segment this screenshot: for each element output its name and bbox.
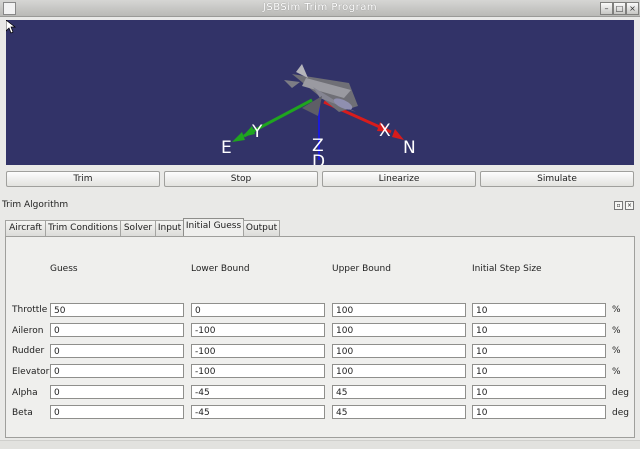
aileron-unit: %: [612, 326, 621, 336]
aileron-guess-field[interactable]: 0: [50, 323, 184, 337]
axis-label-y: Y: [251, 122, 263, 142]
dock-title: Trim Algorithm: [2, 200, 69, 210]
axis-label-n: N: [403, 138, 416, 158]
linearize-button[interactable]: Linearize: [322, 171, 476, 187]
row-label-rudder: Rudder: [12, 346, 45, 356]
minimize-icon[interactable]: –: [600, 2, 613, 15]
e-axis-arrowhead: [232, 132, 245, 142]
rudder-lower-field[interactable]: -100: [191, 344, 325, 358]
tab-solver[interactable]: Solver: [120, 220, 156, 236]
row-label-elevator: Elevator: [12, 367, 50, 377]
tab-input[interactable]: Input: [155, 220, 184, 236]
elevator-lower-field[interactable]: -100: [191, 364, 325, 378]
mouse-cursor-icon: [6, 20, 16, 34]
throttle-guess-field[interactable]: 50: [50, 303, 184, 317]
column-header-upper-bound: Upper Bound: [332, 264, 391, 274]
simulate-button[interactable]: Simulate: [480, 171, 634, 187]
row-label-throttle: Throttle: [12, 305, 48, 315]
dock-float-icon[interactable]: ▫: [614, 201, 623, 210]
aileron-step-field[interactable]: 10: [472, 323, 606, 337]
column-header-lower-bound: Lower Bound: [191, 264, 250, 274]
alpha-unit: deg: [612, 388, 629, 398]
elevator-upper-field[interactable]: 100: [332, 364, 466, 378]
dock-controls: ▫ ×: [612, 200, 634, 210]
trim-button[interactable]: Trim: [6, 171, 160, 187]
alpha-lower-field[interactable]: -45: [191, 385, 325, 399]
window-titlebar: JSBSim Trim Program – □ ×: [0, 0, 640, 17]
action-button-row: Trim Stop Linearize Simulate: [6, 171, 634, 187]
tab-initial-guess[interactable]: Initial Guess: [183, 218, 244, 237]
beta-unit: deg: [612, 408, 629, 418]
throttle-lower-field[interactable]: 0: [191, 303, 325, 317]
column-header-step-size: Initial Step Size: [472, 264, 542, 274]
alpha-step-field[interactable]: 10: [472, 385, 606, 399]
beta-lower-field[interactable]: -45: [191, 405, 325, 419]
axis-label-e: E: [221, 138, 232, 158]
row-label-aileron: Aileron: [12, 326, 44, 336]
axis-label-d: D: [312, 152, 325, 165]
rudder-guess-field[interactable]: 0: [50, 344, 184, 358]
window-title: JSBSim Trim Program: [262, 2, 378, 13]
tab-trim-conditions[interactable]: Trim Conditions: [45, 220, 121, 236]
stop-button[interactable]: Stop: [164, 171, 318, 187]
beta-step-field[interactable]: 10: [472, 405, 606, 419]
rudder-step-field[interactable]: 10: [472, 344, 606, 358]
aileron-lower-field[interactable]: -100: [191, 323, 325, 337]
rudder-upper-field[interactable]: 100: [332, 344, 466, 358]
column-header-guess: Guess: [50, 264, 78, 274]
tab-aircraft[interactable]: Aircraft: [5, 220, 46, 236]
axis-label-x: X: [379, 121, 391, 141]
elevator-guess-field[interactable]: 0: [50, 364, 184, 378]
throttle-upper-field[interactable]: 100: [332, 303, 466, 317]
row-label-alpha: Alpha: [12, 388, 38, 398]
beta-upper-field[interactable]: 45: [332, 405, 466, 419]
alpha-upper-field[interactable]: 45: [332, 385, 466, 399]
elevator-step-field[interactable]: 10: [472, 364, 606, 378]
rudder-unit: %: [612, 346, 621, 356]
elevator-unit: %: [612, 367, 621, 377]
beta-guess-field[interactable]: 0: [50, 405, 184, 419]
alpha-guess-field[interactable]: 0: [50, 385, 184, 399]
aileron-upper-field[interactable]: 100: [332, 323, 466, 337]
dock-close-icon[interactable]: ×: [625, 201, 634, 210]
row-label-beta: Beta: [12, 408, 33, 418]
maximize-icon[interactable]: □: [613, 2, 626, 15]
throttle-unit: %: [612, 305, 621, 315]
throttle-step-field[interactable]: 10: [472, 303, 606, 317]
tab-output[interactable]: Output: [243, 220, 280, 236]
close-icon[interactable]: ×: [626, 2, 639, 15]
3d-viewport[interactable]: E Y Z D X N: [6, 20, 634, 165]
